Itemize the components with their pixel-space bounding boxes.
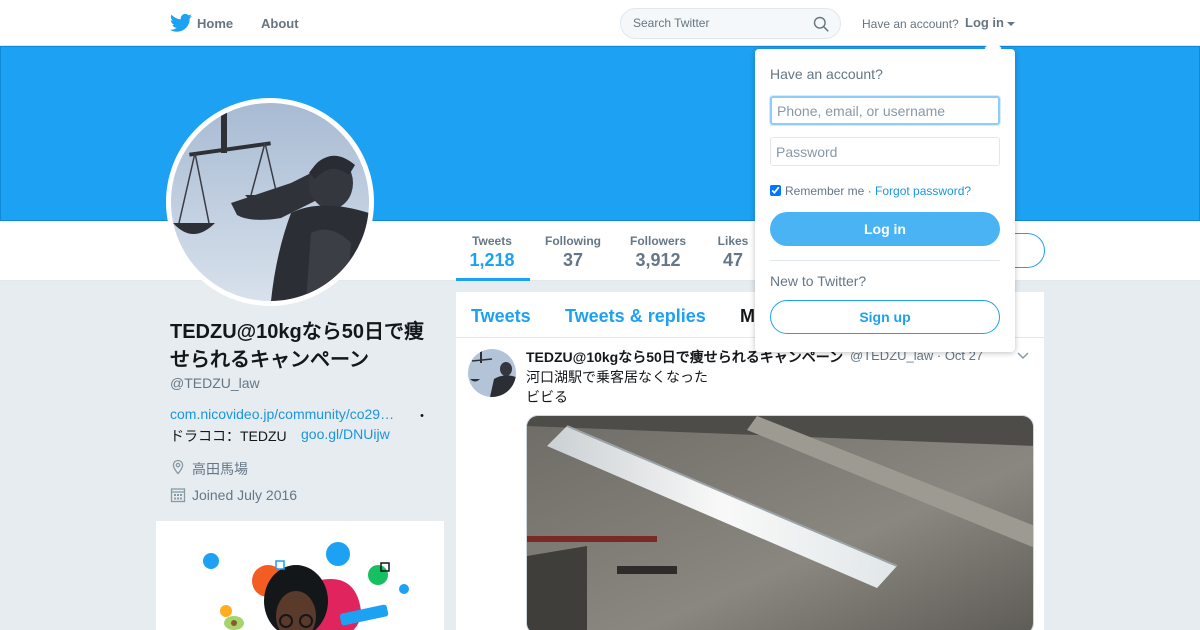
remember-label[interactable]: Remember me: [785, 184, 864, 198]
stat-followers-label: Followers: [629, 234, 686, 248]
stat-followers[interactable]: Followers 3,912: [624, 234, 692, 271]
login-dropdown: Have an account? Remember me · Forgot pa…: [755, 49, 1015, 352]
tab-media[interactable]: M: [740, 306, 755, 327]
tweet-text: 河口湖駅で乗客居なくなった ビビる: [526, 367, 708, 407]
promo-illustration: [203, 542, 409, 630]
search-icon[interactable]: [813, 16, 829, 32]
signup-promo-card: [156, 521, 444, 630]
nav-home-link[interactable]: Home: [197, 16, 233, 31]
stat-likes-value: 47: [722, 250, 744, 270]
stat-following[interactable]: Following 37: [540, 234, 606, 271]
stat-tweets[interactable]: Tweets 1,218: [468, 234, 516, 271]
dropdown-title: Have an account?: [770, 66, 883, 82]
tab-tweets-replies[interactable]: Tweets & replies: [565, 306, 706, 327]
tab-tweets[interactable]: Tweets: [471, 306, 531, 327]
tweet-photo[interactable]: [526, 415, 1034, 630]
bio-text: ドラココ：TEDZU: [170, 428, 287, 444]
password-input[interactable]: [770, 137, 1000, 166]
stat-followers-value: 3,912: [635, 250, 681, 270]
profile-name: TEDZU@10kgなら50日で痩せられるキャンペーン: [170, 321, 424, 371]
search-box: [620, 8, 841, 39]
forgot-password-link[interactable]: Forgot password?: [875, 184, 971, 198]
profile-handle[interactable]: @TEDZU_law: [170, 375, 260, 391]
username-input[interactable]: [770, 96, 1000, 125]
stat-following-value: 37: [562, 250, 584, 270]
remember-checkbox[interactable]: [770, 185, 781, 196]
tweet-text-line: ビビる: [526, 389, 568, 405]
location-text: 高田馬場: [192, 461, 248, 477]
stat-likes[interactable]: Likes 47: [713, 234, 753, 271]
bio-short-link[interactable]: goo.gl/DNUijw: [301, 426, 390, 442]
remember-row: Remember me · Forgot password?: [770, 184, 971, 198]
stat-tweets-label: Tweets: [472, 234, 512, 248]
new-to-twitter-text: New to Twitter?: [770, 273, 867, 289]
tweet-avatar-image: [468, 349, 516, 397]
calendar-icon: [170, 488, 186, 503]
bio-community-link[interactable]: com.nicovideo.jp/community/co29…: [170, 406, 394, 422]
login-button[interactable]: Log in: [770, 212, 1000, 246]
twitter-bird-icon[interactable]: [170, 13, 192, 33]
stat-tweets-value: 1,218: [469, 250, 515, 270]
dropdown-divider: [770, 260, 1000, 261]
login-toggle-label: Log in: [965, 15, 1004, 30]
tweet-menu-chevron-icon[interactable]: [1017, 352, 1029, 360]
justice-statue-image: [171, 103, 369, 301]
profile-avatar[interactable]: [166, 98, 374, 306]
tweet-avatar[interactable]: [468, 349, 516, 397]
top-navigation-bar: Home About Have an account? Log in: [0, 0, 1200, 46]
joined-text: Joined July 2016: [192, 487, 298, 503]
bio-separator: ・: [415, 408, 429, 424]
login-dropdown-toggle[interactable]: Log in: [965, 15, 1015, 30]
stat-likes-label: Likes: [717, 234, 749, 248]
search-input[interactable]: [633, 16, 808, 30]
nav-about-link[interactable]: About: [261, 16, 299, 31]
have-account-text: Have an account?: [862, 17, 959, 31]
location-pin-icon: [172, 459, 184, 475]
tweet-text-line: 河口湖駅で乗客居なくなった: [526, 369, 708, 385]
caret-down-icon: [1007, 21, 1015, 26]
active-stat-underline: [456, 278, 530, 281]
remember-separator: ·: [864, 184, 876, 198]
signup-button[interactable]: Sign up: [770, 300, 1000, 334]
stat-following-label: Following: [545, 234, 601, 248]
train-ceiling-photo: [527, 416, 1033, 630]
